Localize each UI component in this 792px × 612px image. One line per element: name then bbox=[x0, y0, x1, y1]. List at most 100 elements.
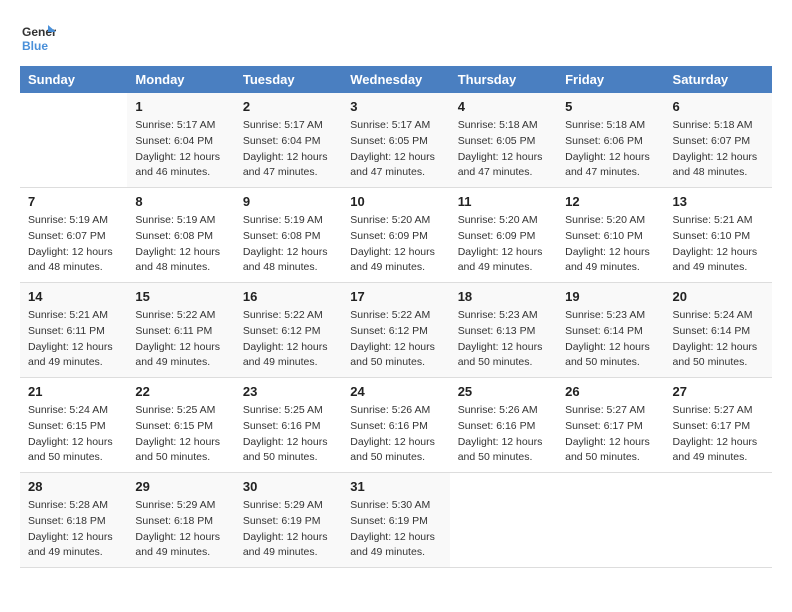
day-number: 30 bbox=[243, 479, 334, 494]
day-cell: 15 Sunrise: 5:22 AMSunset: 6:11 PMDayligh… bbox=[127, 283, 234, 378]
col-header-saturday: Saturday bbox=[665, 66, 772, 93]
day-number: 7 bbox=[28, 194, 119, 209]
day-number: 28 bbox=[28, 479, 119, 494]
day-info: Sunrise: 5:21 AMSunset: 6:11 PMDaylight:… bbox=[28, 308, 119, 371]
day-number: 8 bbox=[135, 194, 226, 209]
day-cell: 1 Sunrise: 5:17 AMSunset: 6:04 PMDaylight… bbox=[127, 93, 234, 188]
day-info: Sunrise: 5:22 AMSunset: 6:12 PMDaylight:… bbox=[350, 308, 441, 371]
day-number: 9 bbox=[243, 194, 334, 209]
day-number: 4 bbox=[458, 99, 549, 114]
day-number: 17 bbox=[350, 289, 441, 304]
col-header-monday: Monday bbox=[127, 66, 234, 93]
day-cell: 28 Sunrise: 5:28 AMSunset: 6:18 PMDayligh… bbox=[20, 473, 127, 568]
day-cell bbox=[450, 473, 557, 568]
day-cell: 21Sunrise: 5:24 AMSunset: 6:15 PMDayligh… bbox=[20, 378, 127, 473]
day-number: 13 bbox=[673, 194, 764, 209]
day-info: Sunrise: 5:26 AMSunset: 6:16 PMDaylight:… bbox=[350, 403, 441, 466]
day-cell bbox=[665, 473, 772, 568]
day-cell: 13 Sunrise: 5:21 AMSunset: 6:10 PMDayligh… bbox=[665, 188, 772, 283]
day-info: Sunrise: 5:19 AMSunset: 6:07 PMDaylight:… bbox=[28, 213, 119, 276]
day-cell: 14 Sunrise: 5:21 AMSunset: 6:11 PMDayligh… bbox=[20, 283, 127, 378]
day-cell: 30 Sunrise: 5:29 AMSunset: 6:19 PMDayligh… bbox=[235, 473, 342, 568]
day-number: 31 bbox=[350, 479, 441, 494]
day-number: 22 bbox=[135, 384, 226, 399]
day-cell: 19Sunrise: 5:23 AMSunset: 6:14 PMDayligh… bbox=[557, 283, 664, 378]
col-header-friday: Friday bbox=[557, 66, 664, 93]
day-cell: 2Sunrise: 5:17 AMSunset: 6:04 PMDaylight… bbox=[235, 93, 342, 188]
day-cell: 9Sunrise: 5:19 AMSunset: 6:08 PMDaylight… bbox=[235, 188, 342, 283]
day-info: Sunrise: 5:21 AMSunset: 6:10 PMDaylight:… bbox=[673, 213, 764, 276]
day-number: 23 bbox=[243, 384, 334, 399]
header: General Blue bbox=[20, 20, 772, 56]
day-cell: 12 Sunrise: 5:20 AMSunset: 6:10 PMDayligh… bbox=[557, 188, 664, 283]
day-number: 24 bbox=[350, 384, 441, 399]
day-info: Sunrise: 5:20 AMSunset: 6:10 PMDaylight:… bbox=[565, 213, 656, 276]
day-number: 29 bbox=[135, 479, 226, 494]
day-cell: 18Sunrise: 5:23 AMSunset: 6:13 PMDayligh… bbox=[450, 283, 557, 378]
day-info: Sunrise: 5:17 AMSunset: 6:05 PMDaylight:… bbox=[350, 118, 441, 181]
col-header-tuesday: Tuesday bbox=[235, 66, 342, 93]
day-info: Sunrise: 5:20 AMSunset: 6:09 PMDaylight:… bbox=[350, 213, 441, 276]
day-info: Sunrise: 5:22 AMSunset: 6:12 PMDaylight:… bbox=[243, 308, 334, 371]
svg-text:Blue: Blue bbox=[22, 39, 48, 53]
header-row: SundayMondayTuesdayWednesdayThursdayFrid… bbox=[20, 66, 772, 93]
day-cell: 24 Sunrise: 5:26 AMSunset: 6:16 PMDayligh… bbox=[342, 378, 449, 473]
day-info: Sunrise: 5:24 AMSunset: 6:15 PMDaylight:… bbox=[28, 403, 119, 466]
day-info: Sunrise: 5:20 AMSunset: 6:09 PMDaylight:… bbox=[458, 213, 549, 276]
calendar-table: SundayMondayTuesdayWednesdayThursdayFrid… bbox=[20, 66, 772, 568]
day-cell: 7 Sunrise: 5:19 AMSunset: 6:07 PMDaylight… bbox=[20, 188, 127, 283]
week-row-2: 7 Sunrise: 5:19 AMSunset: 6:07 PMDaylight… bbox=[20, 188, 772, 283]
day-info: Sunrise: 5:28 AMSunset: 6:18 PMDaylight:… bbox=[28, 498, 119, 561]
day-info: Sunrise: 5:30 AMSunset: 6:19 PMDaylight:… bbox=[350, 498, 441, 561]
day-cell: 20Sunrise: 5:24 AMSunset: 6:14 PMDayligh… bbox=[665, 283, 772, 378]
day-number: 1 bbox=[135, 99, 226, 114]
day-cell: 6 Sunrise: 5:18 AMSunset: 6:07 PMDaylight… bbox=[665, 93, 772, 188]
day-cell: 8 Sunrise: 5:19 AMSunset: 6:08 PMDaylight… bbox=[127, 188, 234, 283]
day-cell: 4 Sunrise: 5:18 AMSunset: 6:05 PMDaylight… bbox=[450, 93, 557, 188]
day-number: 11 bbox=[458, 194, 549, 209]
col-header-wednesday: Wednesday bbox=[342, 66, 449, 93]
day-cell: 29 Sunrise: 5:29 AMSunset: 6:18 PMDayligh… bbox=[127, 473, 234, 568]
day-info: Sunrise: 5:29 AMSunset: 6:18 PMDaylight:… bbox=[135, 498, 226, 561]
day-number: 6 bbox=[673, 99, 764, 114]
day-cell bbox=[557, 473, 664, 568]
day-info: Sunrise: 5:27 AMSunset: 6:17 PMDaylight:… bbox=[565, 403, 656, 466]
week-row-1: 1 Sunrise: 5:17 AMSunset: 6:04 PMDaylight… bbox=[20, 93, 772, 188]
logo: General Blue bbox=[20, 20, 56, 56]
day-info: Sunrise: 5:24 AMSunset: 6:14 PMDaylight:… bbox=[673, 308, 764, 371]
day-number: 27 bbox=[673, 384, 764, 399]
day-number: 5 bbox=[565, 99, 656, 114]
day-info: Sunrise: 5:17 AMSunset: 6:04 PMDaylight:… bbox=[135, 118, 226, 181]
day-cell: 23 Sunrise: 5:25 AMSunset: 6:16 PMDayligh… bbox=[235, 378, 342, 473]
day-cell: 11 Sunrise: 5:20 AMSunset: 6:09 PMDayligh… bbox=[450, 188, 557, 283]
day-info: Sunrise: 5:18 AMSunset: 6:07 PMDaylight:… bbox=[673, 118, 764, 181]
day-number: 19 bbox=[565, 289, 656, 304]
day-cell: 22Sunrise: 5:25 AMSunset: 6:15 PMDayligh… bbox=[127, 378, 234, 473]
day-number: 2 bbox=[243, 99, 334, 114]
day-cell: 17 Sunrise: 5:22 AMSunset: 6:12 PMDayligh… bbox=[342, 283, 449, 378]
day-info: Sunrise: 5:19 AMSunset: 6:08 PMDaylight:… bbox=[135, 213, 226, 276]
day-number: 14 bbox=[28, 289, 119, 304]
week-row-5: 28 Sunrise: 5:28 AMSunset: 6:18 PMDayligh… bbox=[20, 473, 772, 568]
day-info: Sunrise: 5:18 AMSunset: 6:05 PMDaylight:… bbox=[458, 118, 549, 181]
day-info: Sunrise: 5:18 AMSunset: 6:06 PMDaylight:… bbox=[565, 118, 656, 181]
day-number: 12 bbox=[565, 194, 656, 209]
day-info: Sunrise: 5:22 AMSunset: 6:11 PMDaylight:… bbox=[135, 308, 226, 371]
day-number: 15 bbox=[135, 289, 226, 304]
day-info: Sunrise: 5:25 AMSunset: 6:16 PMDaylight:… bbox=[243, 403, 334, 466]
week-row-4: 21Sunrise: 5:24 AMSunset: 6:15 PMDayligh… bbox=[20, 378, 772, 473]
day-cell: 27 Sunrise: 5:27 AMSunset: 6:17 PMDayligh… bbox=[665, 378, 772, 473]
col-header-sunday: Sunday bbox=[20, 66, 127, 93]
day-info: Sunrise: 5:27 AMSunset: 6:17 PMDaylight:… bbox=[673, 403, 764, 466]
day-cell: 26 Sunrise: 5:27 AMSunset: 6:17 PMDayligh… bbox=[557, 378, 664, 473]
day-info: Sunrise: 5:26 AMSunset: 6:16 PMDaylight:… bbox=[458, 403, 549, 466]
day-number: 16 bbox=[243, 289, 334, 304]
day-cell: 5 Sunrise: 5:18 AMSunset: 6:06 PMDaylight… bbox=[557, 93, 664, 188]
day-number: 18 bbox=[458, 289, 549, 304]
day-number: 25 bbox=[458, 384, 549, 399]
day-cell: 10Sunrise: 5:20 AMSunset: 6:09 PMDayligh… bbox=[342, 188, 449, 283]
col-header-thursday: Thursday bbox=[450, 66, 557, 93]
day-number: 3 bbox=[350, 99, 441, 114]
day-number: 26 bbox=[565, 384, 656, 399]
day-info: Sunrise: 5:29 AMSunset: 6:19 PMDaylight:… bbox=[243, 498, 334, 561]
